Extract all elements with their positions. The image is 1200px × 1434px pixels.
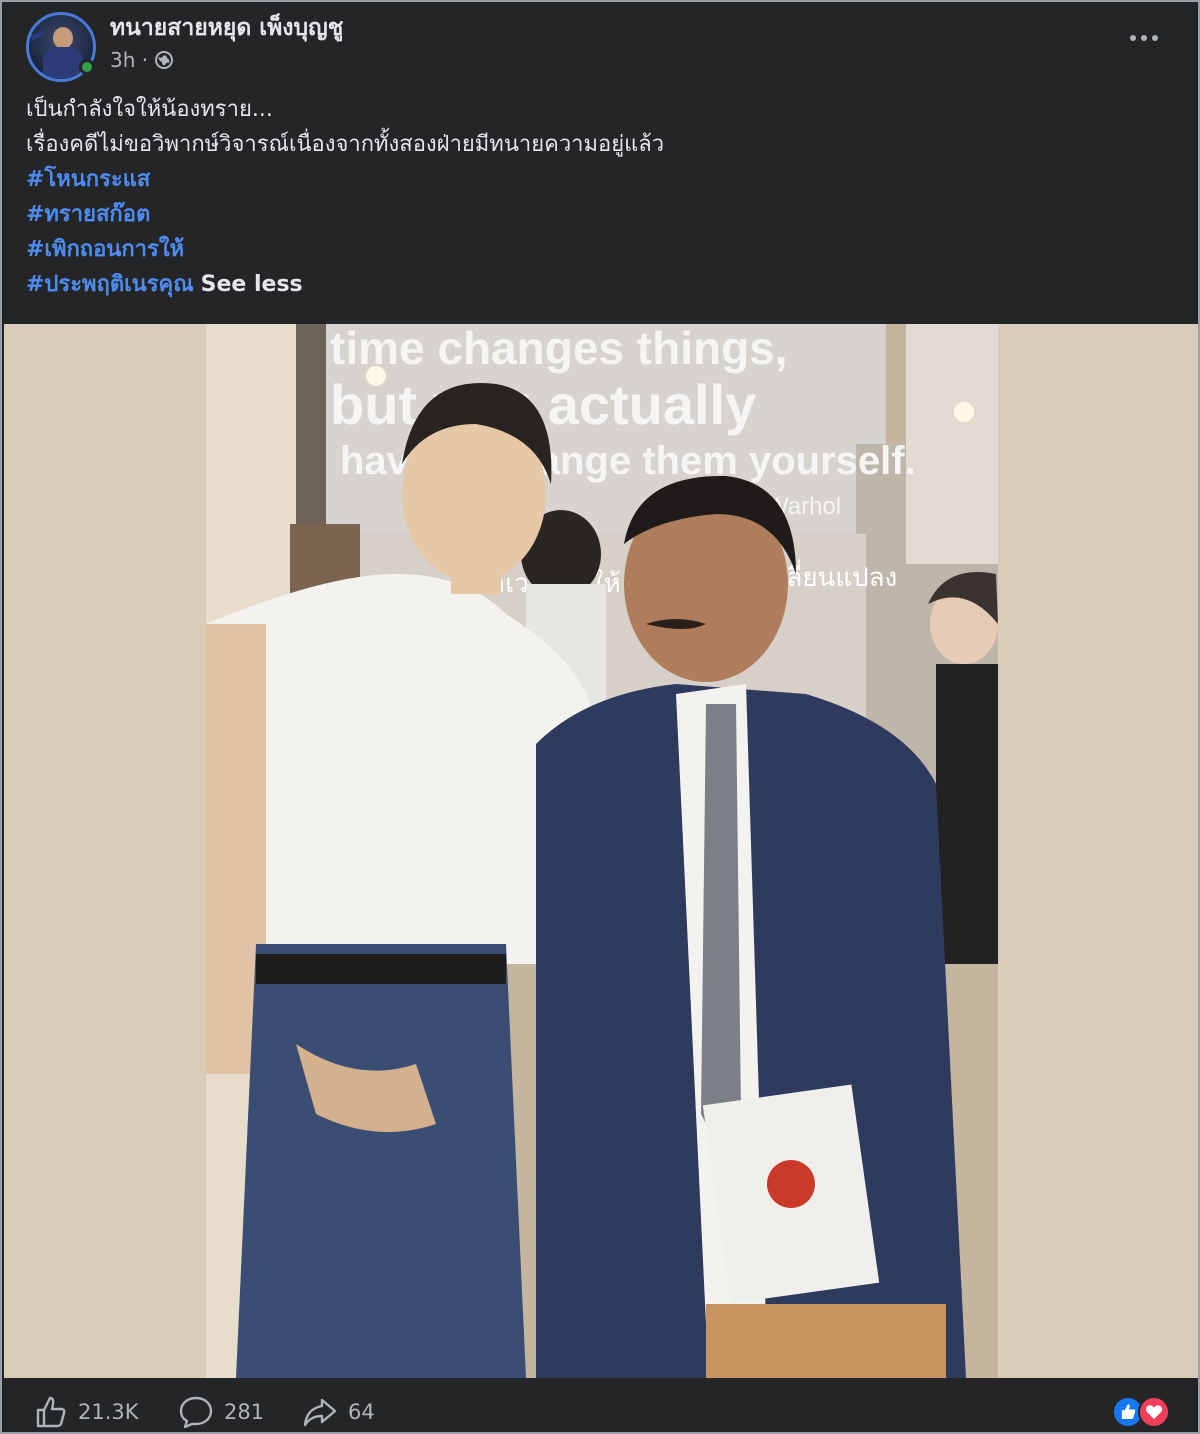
post-meta: 3h · [110, 48, 174, 72]
post-text-line: เป็นกำลังใจให้น้องทราย... [26, 97, 273, 122]
hashtag-link[interactable]: #โหนกระแส [26, 167, 150, 192]
comment-icon [179, 1396, 213, 1429]
comment-count: 281 [224, 1400, 265, 1424]
globe-icon [155, 51, 174, 69]
photo-illustration: time changes things, but you actually ha… [206, 324, 998, 1378]
see-less-link[interactable]: See less [201, 272, 303, 297]
more-options-icon[interactable] [1126, 28, 1162, 48]
post-photo[interactable]: time changes things, but you actually ha… [206, 324, 998, 1378]
post-footer: 21.3K 281 64 [2, 1380, 1200, 1434]
online-status-dot [79, 59, 95, 75]
thumbs-up-icon [36, 1396, 66, 1428]
photo-frame: time changes things, but you actually ha… [4, 324, 1198, 1378]
post-text-line: เรื่องคดีไม่ขอวิพากษ์วิจารณ์เนื่องจากทั้… [26, 132, 665, 157]
share-count: 64 [348, 1400, 375, 1424]
hashtag-link[interactable]: #ทรายสก๊อต [26, 202, 150, 227]
share-button[interactable]: 64 [302, 1394, 375, 1430]
hashtag-link[interactable]: #ประพฤติเนรคุณ [26, 272, 194, 297]
share-icon [303, 1398, 337, 1427]
post-text: เป็นกำลังใจให้น้องทราย... เรื่องคดีไม่ขอ… [26, 92, 1166, 302]
facebook-post: ทนายสายหยุด เพ็งบุญชู 3h · เป็นกำลังใจให… [0, 0, 1200, 1434]
like-button[interactable]: 21.3K [32, 1394, 139, 1430]
author-name[interactable]: ทนายสายหยุด เพ็งบุญชู [110, 10, 343, 46]
love-icon [1138, 1396, 1170, 1428]
post-header: ทนายสายหยุด เพ็งบุญชู 3h · [2, 2, 1200, 92]
post-time[interactable]: 3h · [110, 48, 148, 72]
wall-text: time changes things, [330, 324, 788, 374]
reaction-summary[interactable] [1112, 1396, 1172, 1430]
hashtag-link[interactable]: #เพิกถอนการให้ [26, 237, 184, 262]
like-count: 21.3K [78, 1400, 139, 1424]
comment-button[interactable]: 281 [178, 1394, 264, 1430]
